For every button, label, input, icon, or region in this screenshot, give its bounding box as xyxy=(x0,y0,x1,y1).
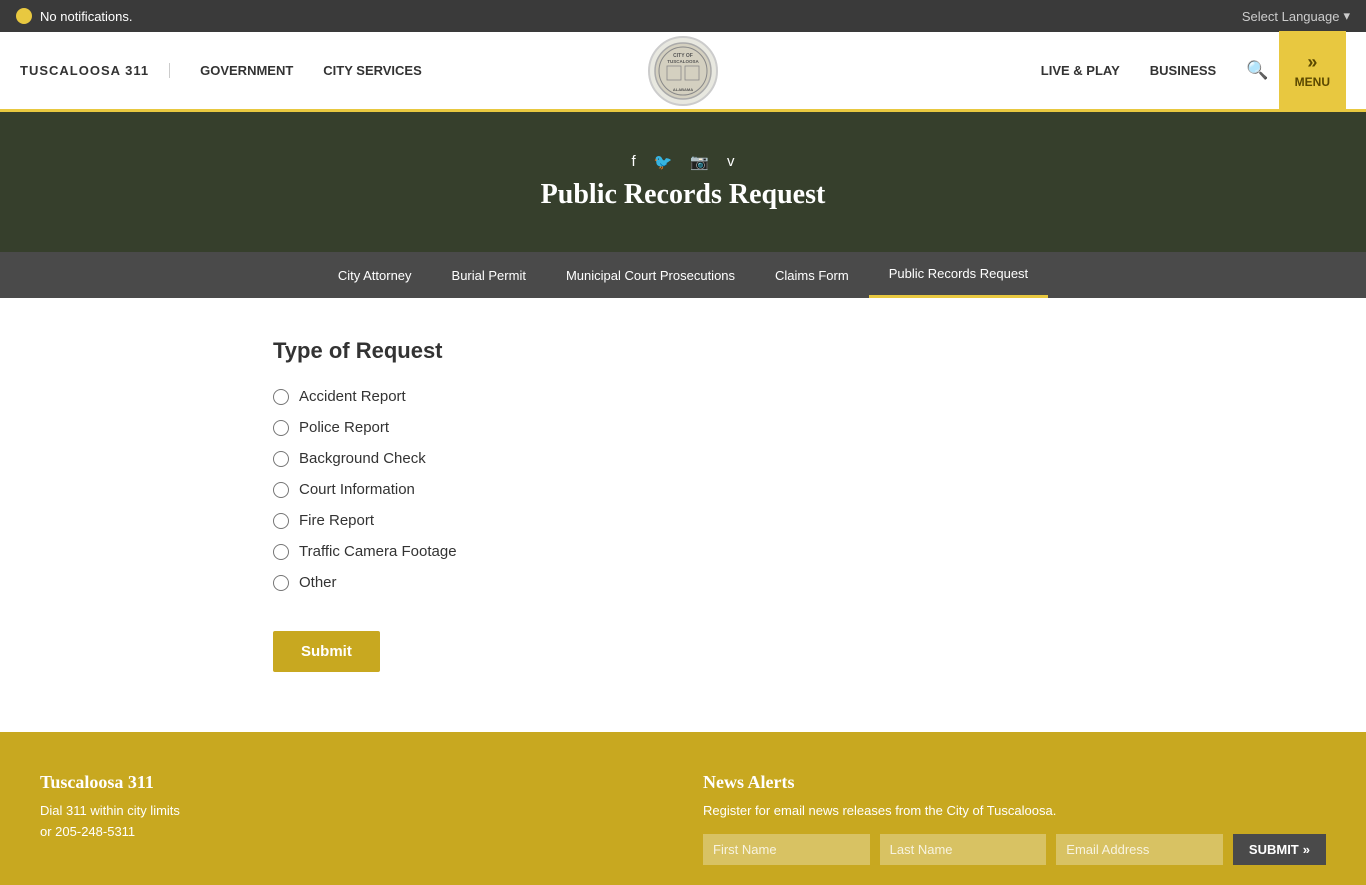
submit-button[interactable]: Submit xyxy=(273,631,380,672)
radio-fire-report[interactable]: Fire Report xyxy=(273,512,1093,529)
nav-links: GOVERNMENT CITY SERVICES xyxy=(200,63,422,78)
svg-text:TUSCALOOSA: TUSCALOOSA xyxy=(667,59,699,64)
radio-fire-report-label: Fire Report xyxy=(299,512,374,529)
sub-nav: City Attorney Burial Permit Municipal Co… xyxy=(0,252,1366,298)
hero-banner: f 🐦 📷 v Public Records Request xyxy=(0,112,1366,252)
language-selector[interactable]: Select Language ▾ xyxy=(1242,8,1350,24)
radio-other-input[interactable] xyxy=(273,575,289,591)
radio-court-information[interactable]: Court Information xyxy=(273,481,1093,498)
logo-circle: CITY OF TUSCALOOSA ALABAMA xyxy=(648,36,718,106)
menu-label: MENU xyxy=(1295,75,1330,89)
nav-right: LIVE & PLAY BUSINESS 🔍 » MENU xyxy=(1041,31,1346,111)
footer-col-news: News Alerts Register for email news rele… xyxy=(703,772,1326,865)
radio-other-label: Other xyxy=(299,574,337,591)
radio-traffic-camera[interactable]: Traffic Camera Footage xyxy=(273,543,1093,560)
subnav-municipal-court[interactable]: Municipal Court Prosecutions xyxy=(546,254,755,297)
footer-news-title: News Alerts xyxy=(703,772,1326,793)
notification-left: No notifications. xyxy=(16,8,133,24)
nav-right-links: LIVE & PLAY BUSINESS xyxy=(1041,63,1216,78)
brand-name[interactable]: TUSCALOOSA 311 xyxy=(20,63,170,78)
twitter-icon[interactable]: 🐦 xyxy=(654,153,673,171)
main-nav: TUSCALOOSA 311 GOVERNMENT CITY SERVICES … xyxy=(0,32,1366,112)
form-title: Type of Request xyxy=(273,338,1093,364)
radio-group: Accident Report Police Report Background… xyxy=(273,388,1093,591)
instagram-icon[interactable]: 📷 xyxy=(690,153,709,171)
footer-submit-button[interactable]: SUBMIT » xyxy=(1233,834,1326,865)
radio-court-information-label: Court Information xyxy=(299,481,415,498)
radio-fire-report-input[interactable] xyxy=(273,513,289,529)
footer-tuscaloosa-text: Dial 311 within city limits or 205-248-5… xyxy=(40,801,663,843)
logo-svg: CITY OF TUSCALOOSA ALABAMA xyxy=(653,41,713,101)
social-icons: f 🐦 📷 v xyxy=(631,153,734,171)
radio-background-check[interactable]: Background Check xyxy=(273,450,1093,467)
notification-dot xyxy=(16,8,32,24)
nav-city-services[interactable]: CITY SERVICES xyxy=(323,63,422,78)
content-area: Type of Request Accident Report Police R… xyxy=(233,298,1133,732)
radio-accident-report-label: Accident Report xyxy=(299,388,406,405)
footer-submit-arrows-icon: » xyxy=(1303,842,1310,857)
search-icon: 🔍 xyxy=(1246,60,1268,80)
footer-last-name[interactable] xyxy=(880,834,1047,865)
radio-accident-report-input[interactable] xyxy=(273,389,289,405)
vimeo-icon[interactable]: v xyxy=(727,153,735,171)
radio-background-check-input[interactable] xyxy=(273,451,289,467)
notification-bar: No notifications. Select Language ▾ xyxy=(0,0,1366,32)
nav-government[interactable]: GOVERNMENT xyxy=(200,63,293,78)
footer-first-name[interactable] xyxy=(703,834,870,865)
footer-form: SUBMIT » xyxy=(703,834,1326,865)
facebook-icon[interactable]: f xyxy=(631,153,635,171)
nav-business[interactable]: BUSINESS xyxy=(1150,63,1216,78)
chevron-down-icon: ▾ xyxy=(1343,8,1350,24)
radio-accident-report[interactable]: Accident Report xyxy=(273,388,1093,405)
radio-traffic-camera-label: Traffic Camera Footage xyxy=(299,543,457,560)
radio-court-information-input[interactable] xyxy=(273,482,289,498)
radio-police-report-label: Police Report xyxy=(299,419,389,436)
footer-col-tuscaloosa: Tuscaloosa 311 Dial 311 within city limi… xyxy=(40,772,663,865)
radio-police-report[interactable]: Police Report xyxy=(273,419,1093,436)
radio-police-report-input[interactable] xyxy=(273,420,289,436)
subnav-city-attorney[interactable]: City Attorney xyxy=(318,254,432,297)
svg-text:ALABAMA: ALABAMA xyxy=(673,87,693,92)
search-button[interactable]: 🔍 xyxy=(1236,60,1278,81)
footer-news-description: Register for email news releases from th… xyxy=(703,801,1326,822)
nav-left: TUSCALOOSA 311 GOVERNMENT CITY SERVICES xyxy=(20,63,422,78)
subnav-burial-permit[interactable]: Burial Permit xyxy=(432,254,546,297)
footer-email[interactable] xyxy=(1056,834,1223,865)
site-logo[interactable]: CITY OF TUSCALOOSA ALABAMA xyxy=(648,36,718,106)
footer-tuscaloosa-title: Tuscaloosa 311 xyxy=(40,772,663,793)
radio-other[interactable]: Other xyxy=(273,574,1093,591)
hero-title: Public Records Request xyxy=(541,179,826,211)
nav-live-play[interactable]: LIVE & PLAY xyxy=(1041,63,1120,78)
footer: Tuscaloosa 311 Dial 311 within city limi… xyxy=(0,732,1366,885)
menu-button[interactable]: » MENU xyxy=(1279,31,1346,111)
notification-message: No notifications. xyxy=(40,9,133,24)
menu-arrows-icon: » xyxy=(1307,52,1317,73)
radio-background-check-label: Background Check xyxy=(299,450,426,467)
radio-traffic-camera-input[interactable] xyxy=(273,544,289,560)
subnav-claims-form[interactable]: Claims Form xyxy=(755,254,869,297)
subnav-public-records[interactable]: Public Records Request xyxy=(869,252,1048,298)
